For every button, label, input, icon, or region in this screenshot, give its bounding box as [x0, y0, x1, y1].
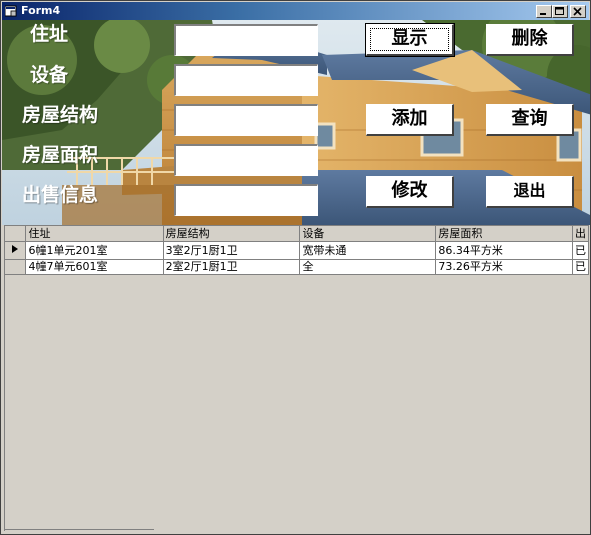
grid-cell[interactable]: 2室2厅1厨1卫: [163, 259, 301, 275]
maximize-button[interactable]: [552, 5, 568, 18]
sale-info-input[interactable]: [174, 184, 318, 216]
current-row-arrow-icon: [12, 244, 18, 253]
grid-column-header[interactable]: 房屋面积: [435, 226, 573, 242]
row-selector[interactable]: [5, 241, 27, 260]
add-button[interactable]: 添加: [366, 104, 454, 136]
grid-column-header[interactable]: 设备: [299, 226, 437, 242]
grid-cell[interactable]: 已: [572, 259, 589, 275]
label-equipment: 设备: [30, 64, 69, 86]
minimize-button[interactable]: [536, 5, 552, 18]
query-button[interactable]: 查询: [486, 104, 574, 136]
title-bar[interactable]: Form4: [2, 2, 589, 20]
exit-button[interactable]: 退出: [486, 176, 574, 208]
grid-corner[interactable]: [5, 226, 27, 242]
label-structure: 房屋结构: [22, 104, 99, 126]
table-row[interactable]: 6幢1单元201室 3室2厅1厨1卫 宽带未通 86.34平方米 已: [5, 241, 589, 260]
address-input[interactable]: [174, 24, 318, 56]
close-icon: [573, 7, 582, 16]
grid-cell[interactable]: 已: [572, 241, 589, 260]
equipment-input[interactable]: [174, 64, 318, 96]
minimize-icon: [540, 13, 546, 15]
grid-cell[interactable]: 全: [299, 259, 437, 275]
form-window: Form4 住址 设备 房屋结构 房屋面积 出售信息 显示 删除 添加 查询 修…: [0, 0, 591, 535]
close-button[interactable]: [570, 5, 586, 18]
data-grid[interactable]: 住址 房屋结构 设备 房屋面积 出 6幢1单元201室 3室2厅1厨1卫 宽带未…: [4, 225, 589, 531]
label-sale-info: 出售信息: [22, 184, 99, 206]
background-photo: 住址 设备 房屋结构 房屋面积 出售信息 显示 删除 添加 查询 修改 退出: [2, 20, 590, 225]
grid-header-row: 住址 房屋结构 设备 房屋面积 出: [5, 226, 589, 242]
grid-cell[interactable]: 73.26平方米: [435, 259, 573, 275]
grid-cell[interactable]: 86.34平方米: [435, 241, 573, 260]
grid-column-header[interactable]: 住址: [25, 226, 164, 242]
grid-cell[interactable]: 4幢7单元601室: [25, 259, 164, 275]
row-selector[interactable]: [5, 259, 27, 275]
area-input[interactable]: [174, 144, 318, 176]
grid-column-header[interactable]: 出: [572, 226, 589, 242]
window-title: Form4: [21, 4, 61, 17]
modify-button[interactable]: 修改: [366, 176, 454, 208]
grid-cell[interactable]: 6幢1单元201室: [25, 241, 164, 260]
table-row[interactable]: 4幢7单元601室 2室2厅1厨1卫 全 73.26平方米 已: [5, 259, 589, 275]
maximize-icon: [555, 7, 564, 15]
app-icon: [5, 5, 17, 17]
grid-cell[interactable]: 宽带未通: [299, 241, 437, 260]
label-address: 住址: [30, 23, 69, 45]
grid-column-header[interactable]: 房屋结构: [163, 226, 301, 242]
label-area: 房屋面积: [22, 144, 99, 166]
show-button[interactable]: 显示: [365, 23, 455, 57]
delete-button[interactable]: 删除: [486, 24, 574, 56]
grid-cell[interactable]: 3室2厅1厨1卫: [163, 241, 301, 260]
structure-input[interactable]: [174, 104, 318, 136]
horizontal-scrollbar[interactable]: [4, 529, 154, 532]
